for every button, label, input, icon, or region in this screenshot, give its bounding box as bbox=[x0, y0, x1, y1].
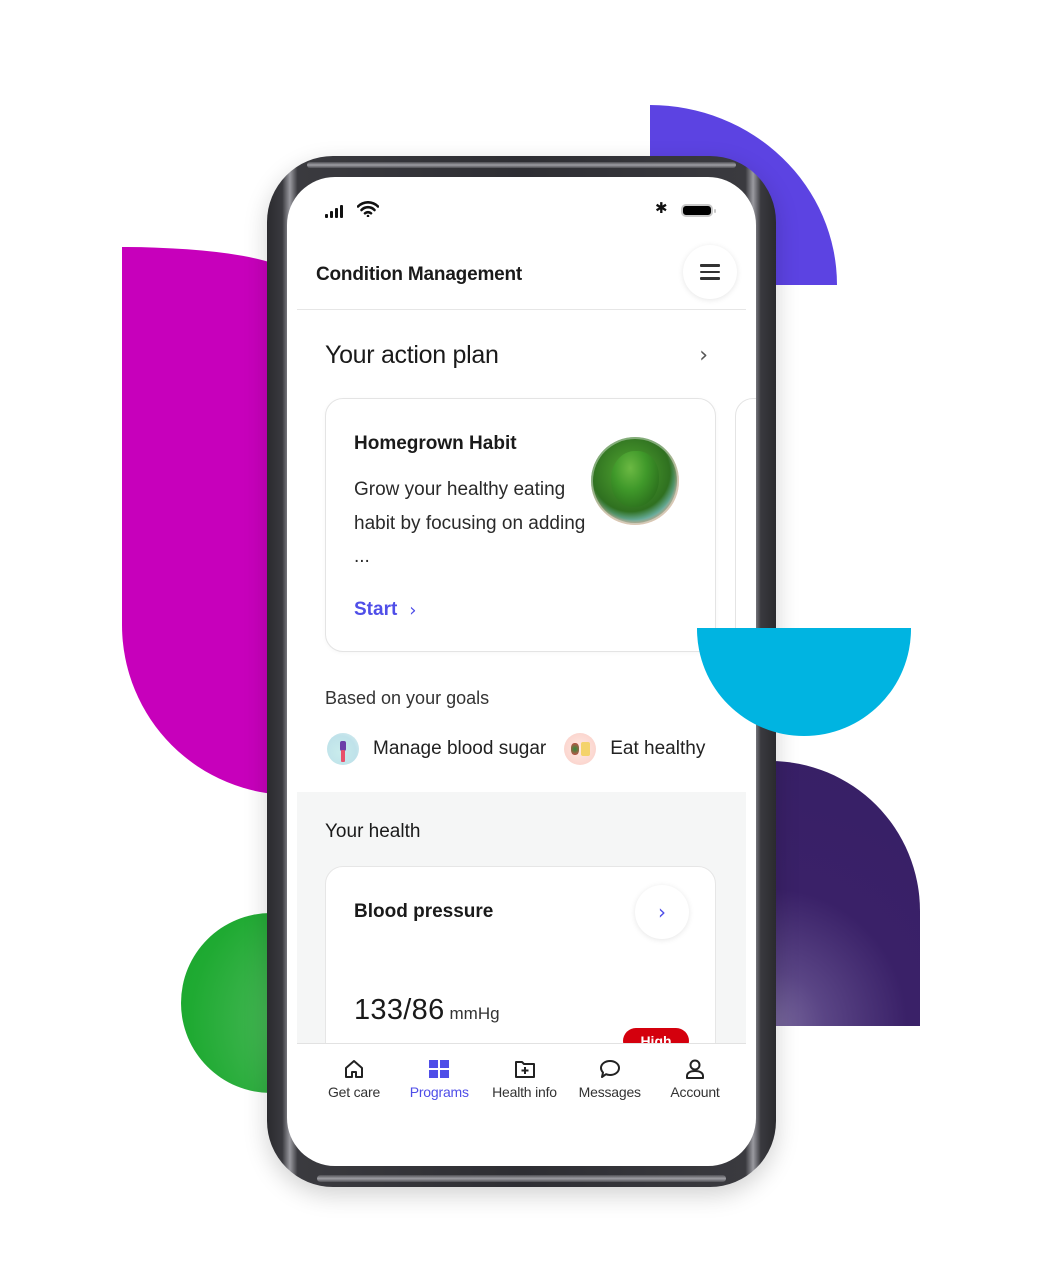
nav-label: Get care bbox=[327, 1084, 381, 1100]
nav-item-programs[interactable]: Programs bbox=[398, 1058, 480, 1123]
plan-card-title: Homegrown Habit bbox=[354, 433, 517, 454]
user-icon bbox=[686, 1059, 704, 1079]
bp-details-button[interactable]: › bbox=[635, 885, 689, 939]
nav-item-get-care[interactable]: Get care bbox=[313, 1058, 395, 1123]
goals-heading: Based on your goals bbox=[325, 688, 490, 708]
grid-icon bbox=[429, 1060, 450, 1078]
chevron-right-icon: › bbox=[658, 900, 666, 924]
nav-item-health-info[interactable]: Health info bbox=[484, 1058, 566, 1123]
nav-label: Health info bbox=[492, 1084, 557, 1100]
blood-pressure-card[interactable]: Blood pressure › 133/86 mmHg High bbox=[325, 866, 716, 1066]
start-label: Start bbox=[354, 599, 398, 620]
healthy-food-illustration-icon bbox=[564, 733, 597, 765]
spinach-bowl-image bbox=[591, 437, 679, 525]
folder-plus-icon bbox=[514, 1061, 535, 1078]
goal-chip-manage-blood-sugar[interactable]: Manage blood sugar bbox=[327, 733, 546, 765]
blood-sugar-illustration-icon bbox=[327, 733, 359, 765]
next-plan-card[interactable] bbox=[735, 398, 756, 652]
bluetooth-icon: ✱ bbox=[655, 199, 668, 217]
bp-unit: mmHg bbox=[449, 1004, 500, 1023]
status-bar: ✱ bbox=[287, 177, 756, 237]
goal-label: Manage blood sugar bbox=[373, 738, 547, 759]
bp-card-title: Blood pressure bbox=[354, 901, 494, 922]
nav-item-messages[interactable]: Messages bbox=[569, 1058, 651, 1123]
nav-label: Programs bbox=[409, 1084, 469, 1100]
app-header: Condition Management bbox=[297, 240, 746, 310]
your-health-section: Your health Blood pressure › 133/86 mmHg… bbox=[297, 792, 746, 1066]
phone-frame: ✱ Condition Management Your action plan … bbox=[267, 156, 776, 1187]
signal-icon bbox=[325, 205, 343, 218]
wifi-icon bbox=[357, 201, 379, 217]
plan-card-description: Grow your healthy eating habit by focusi… bbox=[354, 479, 586, 567]
health-heading: Your health bbox=[325, 821, 421, 842]
indigo-background-shape bbox=[770, 761, 920, 1026]
goal-label: Eat healthy bbox=[610, 738, 706, 759]
nav-item-account[interactable]: Account bbox=[654, 1058, 736, 1123]
bp-value: 133/86 bbox=[354, 994, 445, 1026]
goal-chip-eat-healthy[interactable]: Eat healthy bbox=[564, 733, 705, 765]
action-plan-chevron-icon[interactable]: › bbox=[699, 343, 708, 368]
action-plan-card[interactable]: Homegrown Habit Grow your healthy eating… bbox=[325, 398, 716, 652]
scroll-content[interactable]: Your action plan › Homegrown Habit Grow … bbox=[287, 311, 756, 1066]
phone-screen: ✱ Condition Management Your action plan … bbox=[287, 177, 756, 1166]
page-title: Condition Management bbox=[316, 264, 523, 285]
bp-reading: 133/86 mmHg bbox=[354, 994, 500, 1027]
nav-label: Account bbox=[670, 1084, 720, 1100]
menu-button[interactable] bbox=[683, 245, 737, 299]
hamburger-menu-icon bbox=[700, 264, 720, 267]
chevron-right-icon: › bbox=[409, 599, 417, 621]
battery-icon bbox=[681, 204, 716, 217]
bottom-navigation: Get care Programs Health info Messages A… bbox=[297, 1043, 746, 1123]
chat-bubble-icon bbox=[599, 1060, 620, 1078]
start-button[interactable]: Start › bbox=[354, 599, 417, 621]
home-icon bbox=[345, 1060, 363, 1078]
action-plan-heading: Your action plan bbox=[325, 341, 499, 369]
nav-label: Messages bbox=[578, 1084, 641, 1100]
goals-list: Manage blood sugar Eat healthy bbox=[327, 733, 723, 765]
